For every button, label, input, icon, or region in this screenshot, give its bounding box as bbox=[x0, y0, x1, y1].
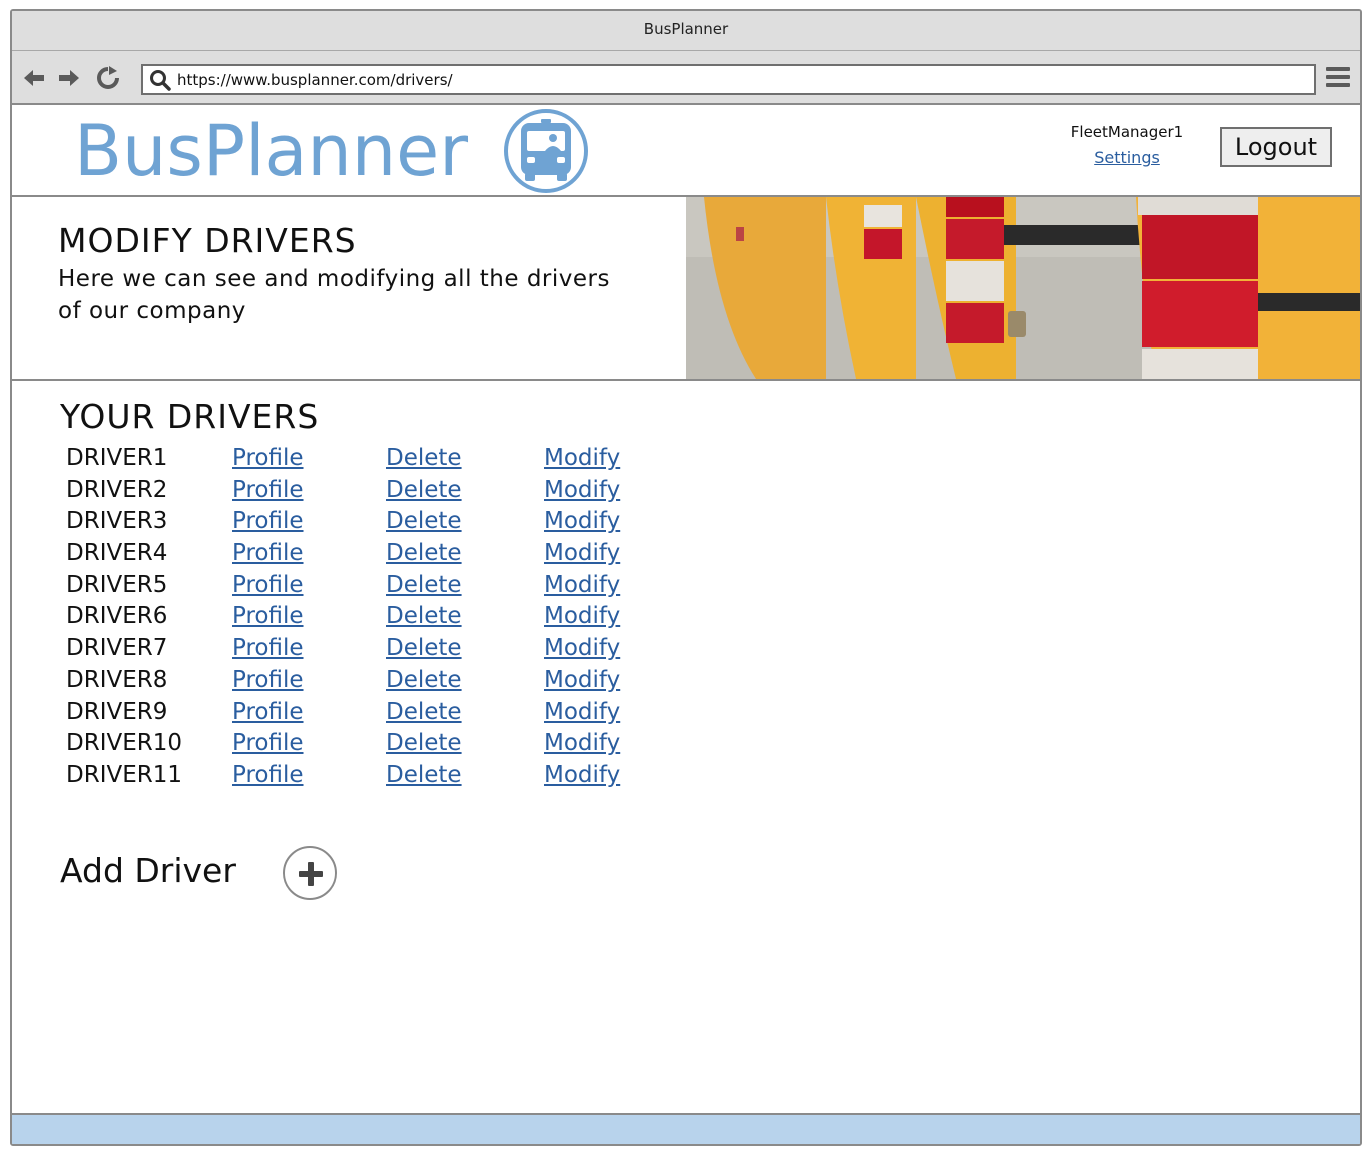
driver-name: DRIVER6 bbox=[66, 603, 168, 630]
driver-name: DRIVER2 bbox=[66, 476, 168, 503]
profile-link[interactable]: Profile bbox=[232, 506, 304, 537]
window-title: BusPlanner bbox=[12, 11, 1360, 51]
modify-link[interactable]: Modify bbox=[544, 728, 620, 759]
driver-name: DRIVER4 bbox=[66, 540, 168, 567]
driver-name: DRIVER10 bbox=[66, 730, 182, 757]
delete-link[interactable]: Delete bbox=[386, 506, 462, 537]
profile-link[interactable]: Profile bbox=[232, 728, 304, 759]
logout-button[interactable]: Logout bbox=[1220, 127, 1332, 167]
delete-link[interactable]: Delete bbox=[386, 538, 462, 569]
modify-link[interactable]: Modify bbox=[544, 601, 620, 632]
modify-link[interactable]: Modify bbox=[544, 633, 620, 664]
logo-text: BusPlanner bbox=[74, 110, 468, 192]
driver-name: DRIVER1 bbox=[66, 445, 168, 471]
add-driver-button[interactable] bbox=[283, 846, 337, 900]
search-icon bbox=[150, 70, 171, 91]
profile-link[interactable]: Profile bbox=[232, 697, 304, 728]
modify-link[interactable]: Modify bbox=[544, 697, 620, 728]
reload-icon[interactable] bbox=[95, 65, 121, 91]
bus-logo-icon bbox=[504, 109, 588, 193]
delete-link[interactable]: Delete bbox=[386, 760, 462, 791]
profile-link[interactable]: Profile bbox=[232, 665, 304, 696]
driver-name: DRIVER9 bbox=[66, 698, 168, 725]
driver-name: DRIVER8 bbox=[66, 666, 168, 693]
profile-link[interactable]: Profile bbox=[232, 760, 304, 791]
profile-link[interactable]: Profile bbox=[232, 538, 304, 569]
modify-link[interactable]: Modify bbox=[544, 760, 620, 791]
page-title: MODIFY DRIVERS bbox=[58, 221, 357, 260]
delete-link[interactable]: Delete bbox=[386, 443, 462, 474]
page-description: Here we can see and modifying all the dr… bbox=[58, 266, 610, 324]
profile-link[interactable]: Profile bbox=[232, 475, 304, 506]
delete-link[interactable]: Delete bbox=[386, 570, 462, 601]
forward-arrow-icon[interactable] bbox=[55, 65, 81, 91]
drivers-section-title: YOUR DRIVERS bbox=[60, 397, 320, 436]
profile-link[interactable]: Profile bbox=[232, 601, 304, 632]
delete-link[interactable]: Delete bbox=[386, 633, 462, 664]
modify-link[interactable]: Modify bbox=[544, 443, 620, 474]
delete-link[interactable]: Delete bbox=[386, 697, 462, 728]
driver-name: DRIVER11 bbox=[66, 761, 182, 788]
delete-link[interactable]: Delete bbox=[386, 601, 462, 632]
address-url: https://www.busplanner.com/drivers/ bbox=[177, 71, 453, 89]
profile-link[interactable]: Profile bbox=[232, 570, 304, 601]
settings-link[interactable]: Settings bbox=[1052, 148, 1202, 167]
profile-link[interactable]: Profile bbox=[232, 443, 304, 474]
modify-link[interactable]: Modify bbox=[544, 665, 620, 696]
modify-link[interactable]: Modify bbox=[544, 538, 620, 569]
modify-link[interactable]: Modify bbox=[544, 506, 620, 537]
browser-toolbar: https://www.busplanner.com/drivers/ bbox=[12, 51, 1360, 105]
address-bar[interactable]: https://www.busplanner.com/drivers/ bbox=[141, 64, 1316, 95]
driver-name: DRIVER3 bbox=[66, 508, 168, 535]
status-bar bbox=[12, 1113, 1360, 1144]
modify-link[interactable]: Modify bbox=[544, 570, 620, 601]
driver-name: DRIVER5 bbox=[66, 571, 168, 598]
browser-window: BusPlanner https://www.busplanner.com/dr… bbox=[10, 9, 1362, 1146]
plus-icon bbox=[299, 862, 323, 886]
add-driver-label: Add Driver bbox=[60, 851, 236, 890]
hero-section: MODIFY DRIVERS Here we can see and modif… bbox=[12, 197, 1360, 381]
back-arrow-icon[interactable] bbox=[22, 65, 48, 91]
delete-link[interactable]: Delete bbox=[386, 665, 462, 696]
hamburger-menu-icon[interactable] bbox=[1326, 67, 1350, 89]
buses-hero-image bbox=[686, 197, 1360, 379]
modify-link[interactable]: Modify bbox=[544, 475, 620, 506]
driver-name: DRIVER7 bbox=[66, 635, 168, 662]
profile-link[interactable]: Profile bbox=[232, 633, 304, 664]
site-header: BusPlanner FleetManager1 Settings Logout bbox=[12, 105, 1360, 197]
delete-link[interactable]: Delete bbox=[386, 475, 462, 506]
username-label: FleetManager1 bbox=[1070, 123, 1184, 141]
delete-link[interactable]: Delete bbox=[386, 728, 462, 759]
